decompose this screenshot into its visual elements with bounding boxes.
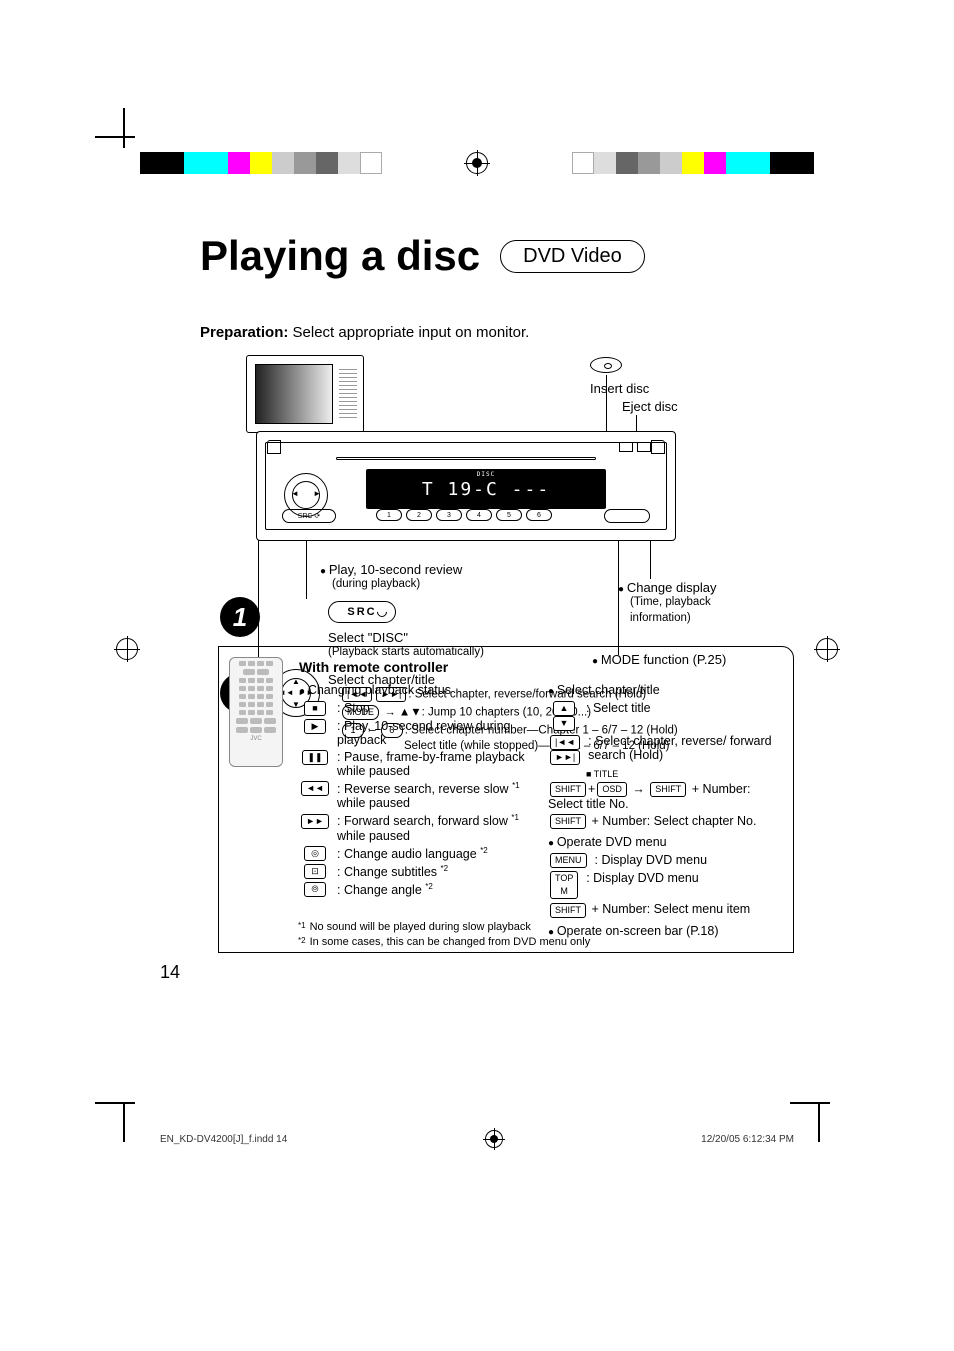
remote-left-item: ◄◄ : Reverse search, reverse slow *1 whil…	[299, 781, 530, 810]
remote-key-icon: ❚❚	[302, 750, 327, 765]
remote-key-icon: ◄◄	[301, 781, 329, 796]
registration-target-icon	[485, 1130, 503, 1148]
operate-dvd-menu-head: Operate DVD menu	[548, 835, 779, 849]
registration-target-icon	[466, 152, 488, 174]
remote-left-item: ❚❚ : Pause, frame-by-frame playback while…	[299, 750, 530, 778]
preset-1: 1	[376, 509, 402, 521]
crop-mark	[123, 1102, 125, 1142]
remote-left-column: Changing playback status ■ : Stop ▶ : Play,…	[299, 681, 530, 942]
footnotes: *1No sound will be played during slow pl…	[298, 920, 590, 951]
select-chapter-title-head: Select chapter/title	[548, 683, 779, 697]
remote-title: With remote controller	[299, 659, 779, 675]
preparation-text: Select appropriate input on monitor.	[293, 324, 530, 341]
remote-controller-icon: JVC	[229, 657, 283, 767]
arrow-icon: →	[632, 782, 645, 796]
shift-key-icon: SHIFT	[550, 903, 586, 918]
crop-mark	[123, 108, 125, 148]
crop-mark	[95, 1102, 135, 1104]
head-unit: DISC T 19-C --- 1 2 3 4 5 6 SRC ⟳	[256, 431, 676, 541]
page-number: 14	[160, 962, 180, 983]
remote-item-text: : Play, 10-second review during playback	[337, 719, 530, 747]
registration-bar	[140, 152, 382, 174]
preparation-line: Preparation: Select appropriate input on…	[200, 324, 794, 341]
title-mode-label: ■ TITLE	[586, 769, 779, 779]
src-button-large: SRC	[328, 601, 396, 623]
preparation-label: Preparation:	[200, 324, 288, 341]
remote-key-icon: ◎	[304, 846, 326, 861]
preset-2: 2	[406, 509, 432, 521]
remote-left-item: ■ : Stop	[299, 701, 530, 716]
step-1-badge: 1	[220, 597, 260, 637]
preset-3: 3	[436, 509, 462, 521]
change-display-label: Change display	[618, 579, 716, 597]
remote-item-text: : Stop	[337, 701, 370, 715]
remote-left-item: ⊡ : Change subtitles *2	[299, 864, 530, 879]
select-chapter-text: : Select chapter, reverse/ forward searc…	[588, 734, 779, 762]
select-title-text: : Select title	[586, 701, 651, 715]
up-key-icon: ▲	[553, 701, 575, 716]
shift-key-icon: SHIFT	[550, 814, 586, 829]
change-display-sub: (Time, playback information)	[630, 595, 770, 626]
preset-4: 4	[466, 509, 492, 521]
print-footer: EN_KD-DV4200[J]_f.indd 14 12/20/05 6:12:…	[160, 1130, 794, 1148]
footnote-1: No sound will be played during slow play…	[310, 920, 531, 935]
osd-key-icon: OSD	[597, 782, 627, 797]
remote-key-icon: ►►	[301, 814, 329, 829]
prev-key-icon: |◄◄	[550, 735, 580, 750]
eject-disc-label: Eject disc	[622, 399, 678, 414]
page-title: Playing a disc	[200, 232, 480, 280]
remote-item-text: : Forward search, forward slow *1 while …	[337, 813, 530, 842]
remote-item-text: : Change audio language *2	[337, 846, 488, 861]
tv-monitor-icon	[246, 355, 364, 433]
remote-key-icon: ■	[304, 701, 326, 716]
display-dvd-menu-1: : Display DVD menu	[595, 853, 708, 867]
shift-key-icon: SHIFT	[650, 782, 686, 797]
select-menu-item-text: + Number: Select menu item	[588, 902, 750, 916]
unit-display: DISC T 19-C ---	[366, 469, 606, 509]
remote-item-text: : Pause, frame-by-frame playback while p…	[337, 750, 530, 778]
remote-item-text: : Reverse search, reverse slow *1 while …	[337, 781, 530, 810]
select-chapter-no-text: + Number: Select chapter No.	[588, 814, 756, 828]
remote-left-item: ►► : Forward search, forward slow *1 whil…	[299, 813, 530, 842]
registration-bar	[572, 152, 814, 174]
mode-button-icon	[604, 509, 650, 523]
changing-playback-head: Changing playback status	[299, 683, 530, 697]
registration-target-icon	[816, 638, 838, 660]
remote-key-icon: ▶	[304, 719, 326, 734]
registration-target-icon	[116, 638, 138, 660]
select-disc-label: Select "DISC"	[328, 629, 408, 647]
remote-left-item: ▶ : Play, 10-second review during playbac…	[299, 719, 530, 747]
remote-item-text: : Change angle *2	[337, 882, 433, 897]
footer-timestamp: 12/20/05 6:12:34 PM	[701, 1134, 794, 1145]
remote-item-text: : Change subtitles *2	[337, 864, 448, 879]
next-key-icon: ►►|	[550, 750, 580, 765]
menu-key-icon: MENU	[550, 853, 587, 868]
src-button-icon: SRC ⟳	[282, 509, 336, 523]
play-review-sub: (during playback)	[332, 577, 420, 593]
footer-filename: EN_KD-DV4200[J]_f.indd 14	[160, 1134, 287, 1145]
display-dvd-menu-2: : Display DVD menu	[586, 871, 699, 885]
topm-key-icon: TOP M	[550, 871, 578, 899]
remote-key-icon: ⦾	[304, 882, 326, 897]
disc-icon	[590, 357, 622, 373]
footnote-2: In some cases, this can be changed from …	[310, 935, 591, 950]
preset-5: 5	[496, 509, 522, 521]
crop-mark	[790, 1102, 830, 1104]
play-review-label: Play, 10-second review	[320, 561, 462, 579]
crop-mark	[95, 136, 135, 138]
remote-left-item: ⦾ : Change angle *2	[299, 882, 530, 897]
remote-controller-panel: JVC With remote controller Changing play…	[218, 646, 794, 953]
dvd-video-badge: DVD Video	[500, 240, 645, 273]
remote-left-item: ◎ : Change audio language *2	[299, 846, 530, 861]
disc-slot	[336, 457, 596, 460]
crop-mark	[818, 1102, 820, 1142]
remote-key-icon: ⊡	[304, 864, 326, 879]
remote-right-column: Select chapter/title ▲ ▼ : Select title |…	[548, 681, 779, 942]
down-key-icon: ▼	[553, 716, 575, 731]
insert-disc-label: Insert disc	[590, 381, 649, 396]
preset-6: 6	[526, 509, 552, 521]
preset-buttons: 1 2 3 4 5 6	[376, 509, 552, 521]
shift-key-icon: SHIFT	[550, 782, 586, 797]
